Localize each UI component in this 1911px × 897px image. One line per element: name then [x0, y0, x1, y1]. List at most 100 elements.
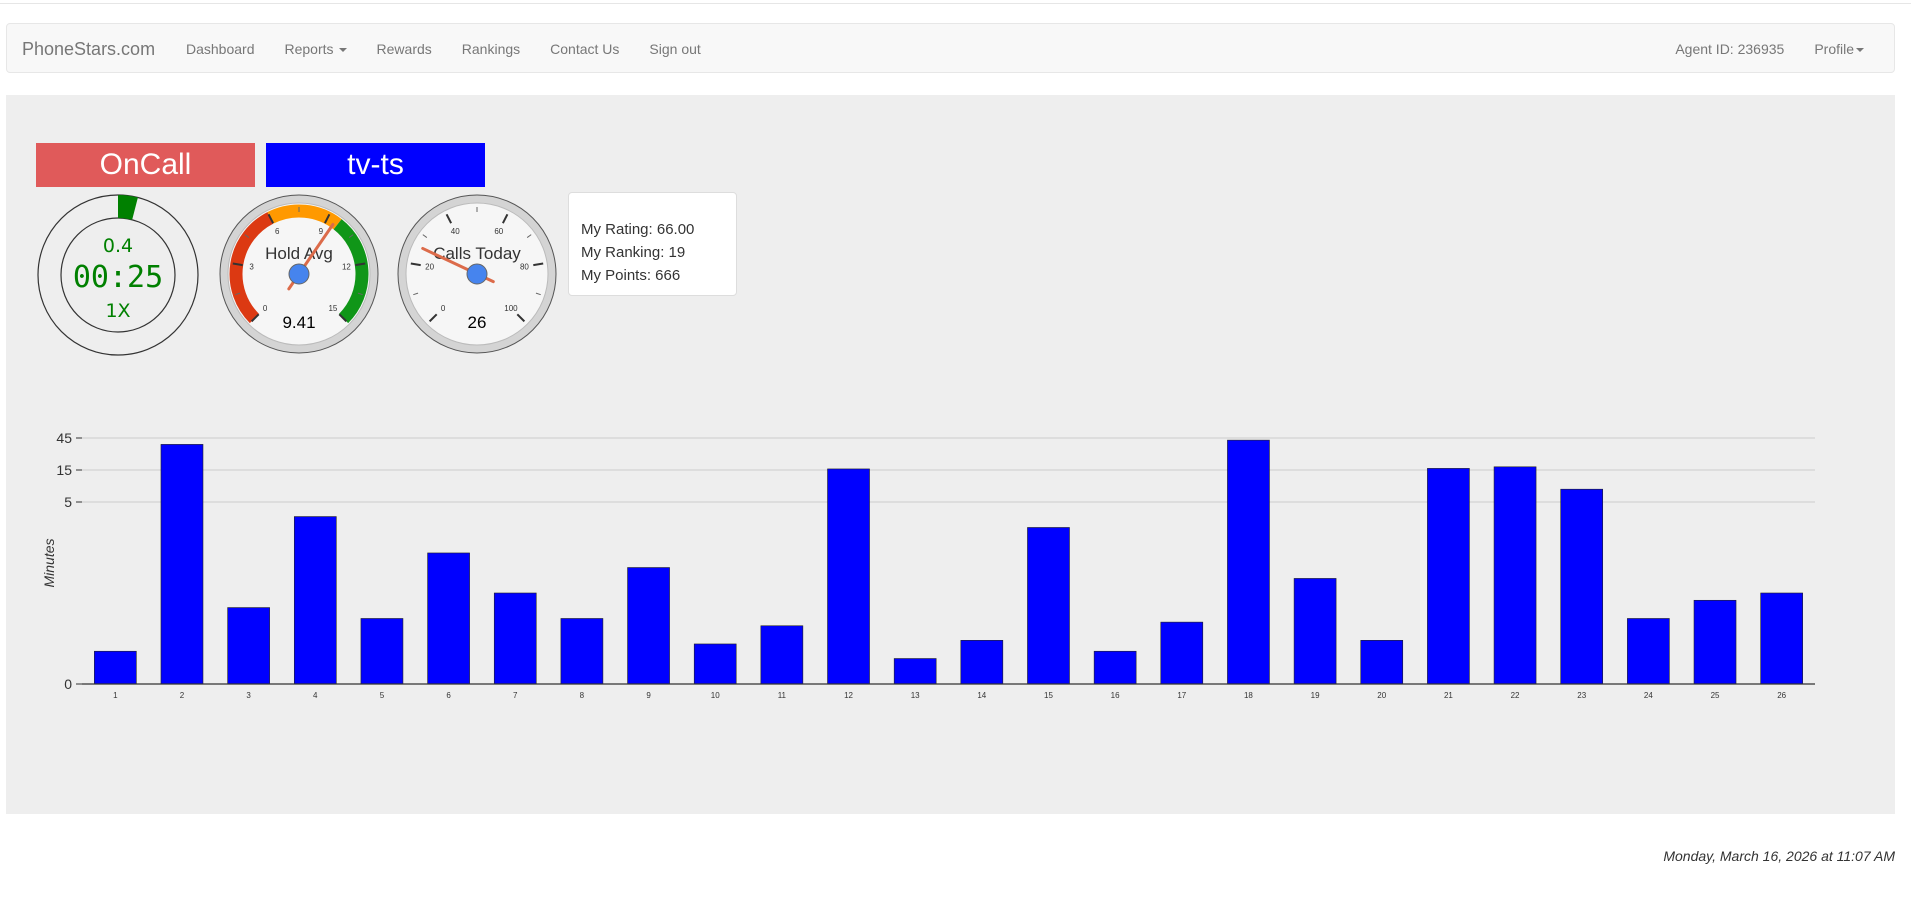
timer-multiplier: 1X [105, 300, 130, 322]
y-tick-label: 5 [64, 494, 72, 510]
x-tick-label: 12 [844, 691, 853, 700]
bar [1027, 527, 1070, 685]
timer-top-value: 0.4 [103, 235, 133, 257]
gauge-tick-label: 15 [328, 304, 337, 313]
calls-today-gauge: 02040 6080100 Calls Today 26 [397, 194, 557, 354]
nav-rankings[interactable]: Rankings [462, 41, 520, 57]
y-tick-label: 15 [56, 462, 72, 478]
x-tick-label: 26 [1777, 691, 1786, 700]
caret-down-icon [1856, 48, 1864, 53]
y-axis-label: Minutes [41, 538, 57, 587]
x-tick-label: 25 [1711, 691, 1720, 700]
bar [94, 650, 137, 685]
nav-rewards[interactable]: Rewards [377, 41, 432, 57]
nav-contact-us[interactable]: Contact Us [550, 41, 619, 57]
gauge-tick-label: 3 [249, 262, 254, 271]
bar [360, 618, 404, 685]
hold-avg-gauge: 0 3 6 9 12 15 Hold Avg 9.41 [219, 194, 379, 354]
x-tick-label: 18 [1244, 691, 1253, 700]
bar [1493, 466, 1537, 685]
bar [760, 625, 804, 685]
call-status-badge: OnCall [36, 143, 255, 187]
x-tick-label: 21 [1444, 691, 1453, 700]
bar [1360, 640, 1404, 685]
nav-links: Dashboard Reports Rewards Rankings Conta… [186, 41, 731, 57]
gauge-tick-label: 12 [342, 262, 351, 271]
nav-dashboard[interactable]: Dashboard [186, 41, 255, 57]
dashboard-panel: OnCall tv-ts 0.4 00:25 1X 0 3 6 9 12 15 Hold … [6, 95, 1895, 814]
my-points: My Points: 666 [581, 267, 681, 284]
x-tick-label: 20 [1377, 691, 1386, 700]
bar [1093, 650, 1137, 685]
nav-reports-dropdown[interactable]: Reports [285, 41, 347, 57]
x-tick-label: 16 [1111, 691, 1120, 700]
bar [960, 640, 1004, 685]
gauge-tick-label: 80 [520, 262, 529, 271]
campaign-badge: tv-ts [266, 143, 485, 187]
my-rating: My Rating: 66.00 [581, 221, 695, 238]
profile-label: Profile [1814, 41, 1854, 57]
gauge-title: Hold Avg [265, 244, 333, 263]
bar [1227, 439, 1270, 685]
x-tick-label: 5 [380, 691, 385, 700]
y-tick-label: 0 [64, 676, 72, 692]
x-tick-label: 14 [977, 691, 986, 700]
bar [627, 567, 670, 685]
x-tick-label: 6 [446, 691, 451, 700]
bar [1160, 621, 1204, 685]
gauge-hub [288, 263, 310, 285]
bar [493, 592, 537, 685]
x-tick-label: 19 [1311, 691, 1320, 700]
y-tick-label: 45 [56, 430, 72, 446]
x-tick-label: 13 [911, 691, 920, 700]
navbar: PhoneStars.com Dashboard Reports Rewards… [6, 23, 1895, 73]
bar [293, 516, 337, 685]
x-tick-label: 4 [313, 691, 318, 700]
agent-stats-card: My Rating: 66.00 My Ranking: 19 My Point… [568, 192, 737, 296]
x-tick-label: 22 [1511, 691, 1520, 700]
x-tick-label: 15 [1044, 691, 1053, 700]
gauge-value: 9.41 [282, 313, 315, 332]
bar [160, 444, 204, 685]
bar [1427, 468, 1470, 685]
gauge-value: 26 [468, 313, 487, 332]
x-tick-label: 24 [1644, 691, 1653, 700]
gauge-hub [466, 263, 488, 285]
gauge-tick-label: 9 [319, 227, 324, 236]
timer-progress-arc [118, 195, 138, 220]
gauge-tick-label: 60 [494, 227, 503, 236]
last-updated-timestamp: Monday, March 16, 2026 at 11:07 AM [1663, 848, 1895, 864]
bar [427, 552, 470, 685]
x-tick-label: 17 [1177, 691, 1186, 700]
top-divider [0, 0, 1911, 4]
x-tick-label: 9 [646, 691, 651, 700]
bar [893, 658, 937, 685]
x-tick-label: 23 [1577, 691, 1586, 700]
gauge-tick-label: 6 [275, 227, 280, 236]
nav-reports-label: Reports [284, 41, 334, 57]
x-tick-label: 2 [180, 691, 185, 700]
x-tick-label: 11 [778, 691, 787, 700]
x-tick-label: 7 [513, 691, 518, 700]
bar [227, 607, 270, 685]
bar [693, 643, 737, 685]
my-ranking: My Ranking: 19 [581, 244, 686, 261]
brand-link[interactable]: PhoneStars.com [22, 39, 155, 60]
caret-down-icon [338, 48, 347, 53]
gauge-tick-label: 40 [451, 227, 460, 236]
bar [1560, 488, 1604, 685]
bar [1293, 578, 1337, 685]
x-tick-label: 1 [113, 691, 118, 700]
gauge-tick-label: 0 [441, 304, 446, 313]
bar [1693, 599, 1737, 685]
gauge-tick-label: 100 [504, 304, 518, 313]
x-tick-label: 3 [246, 691, 251, 700]
minutes-bar-chart: 051545Minutes1 2 3 4 5 6 7 8 9 10 11 12 13 14 15 16 17 18… [41, 430, 1815, 700]
nav-sign-out[interactable]: Sign out [649, 41, 700, 57]
call-timer-dial: 0.4 00:25 1X [37, 194, 199, 356]
profile-dropdown[interactable]: Profile [1814, 41, 1864, 57]
bar [827, 468, 870, 685]
bar [1760, 592, 1803, 685]
timer-elapsed: 00:25 [73, 260, 163, 295]
gauge-tick-label: 20 [425, 262, 434, 271]
